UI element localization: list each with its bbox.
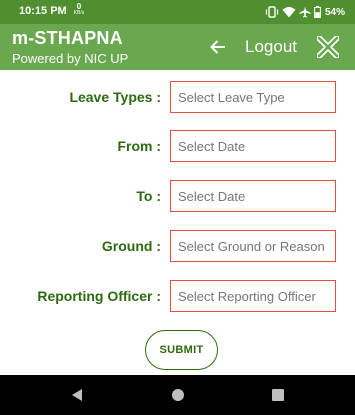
app-subtitle: Powered by NIC UP [12, 51, 129, 66]
back-arrow-icon [210, 40, 225, 54]
form-row-to-date: To : Select Date [0, 180, 355, 212]
submit-button[interactable]: SUBMIT [145, 330, 218, 370]
app-title: m-STHAPNA [12, 28, 123, 48]
network-speed-unit: KB/s [73, 10, 85, 16]
back-button[interactable] [205, 35, 231, 59]
form-row-from-date: From : Select Date [0, 130, 355, 162]
logout-button[interactable]: Logout [245, 37, 297, 57]
reporting-officer-placeholder: Select Reporting Officer [178, 289, 316, 304]
reporting-officer-label: Reporting Officer : [37, 288, 161, 304]
reporting-officer-select[interactable]: Select Reporting Officer [170, 280, 336, 312]
to-date-placeholder: Select Date [178, 189, 246, 204]
ground-label: Ground : [101, 238, 161, 254]
airplane-icon [299, 6, 311, 18]
leave-type-label: Leave Types : [69, 89, 161, 105]
from-date-placeholder: Select Date [178, 139, 246, 154]
close-icon [317, 36, 339, 58]
status-bar: 10:15 PM 0 KB/s 54% [0, 0, 355, 24]
leave-type-placeholder: Select Leave Type [178, 90, 285, 105]
nav-back-icon [72, 389, 82, 401]
nav-recents-icon [272, 389, 284, 401]
to-date-label: To : [136, 188, 161, 204]
system-nav-bar [0, 375, 355, 415]
nav-recents-button[interactable] [270, 387, 286, 403]
wifi-icon [282, 7, 296, 18]
to-date-select[interactable]: Select Date [170, 180, 336, 212]
battery-percentage: 54% [324, 6, 345, 18]
from-date-select[interactable]: Select Date [170, 130, 336, 162]
form-row-reporting-officer: Reporting Officer : Select Reporting Off… [0, 280, 355, 312]
close-button[interactable] [316, 35, 340, 59]
form-row-leave-type: Leave Types : Select Leave Type [0, 81, 355, 113]
ground-placeholder: Select Ground or Reason [178, 239, 325, 254]
status-icons: 54% [265, 4, 345, 20]
status-time: 10:15 PM [19, 5, 67, 17]
battery-icon [314, 6, 321, 18]
nav-home-icon [172, 389, 184, 401]
app-bar: m-STHAPNA Powered by NIC UP Logout [0, 24, 355, 70]
vibrate-icon [265, 6, 279, 18]
nav-home-button[interactable] [170, 387, 186, 403]
ground-select[interactable]: Select Ground or Reason [170, 230, 336, 262]
form-row-ground: Ground : Select Ground or Reason [0, 230, 355, 262]
network-speed-indicator: 0 KB/s [73, 3, 85, 16]
leave-type-select[interactable]: Select Leave Type [170, 81, 336, 113]
nav-back-button[interactable] [69, 387, 85, 403]
from-date-label: From : [117, 138, 161, 154]
